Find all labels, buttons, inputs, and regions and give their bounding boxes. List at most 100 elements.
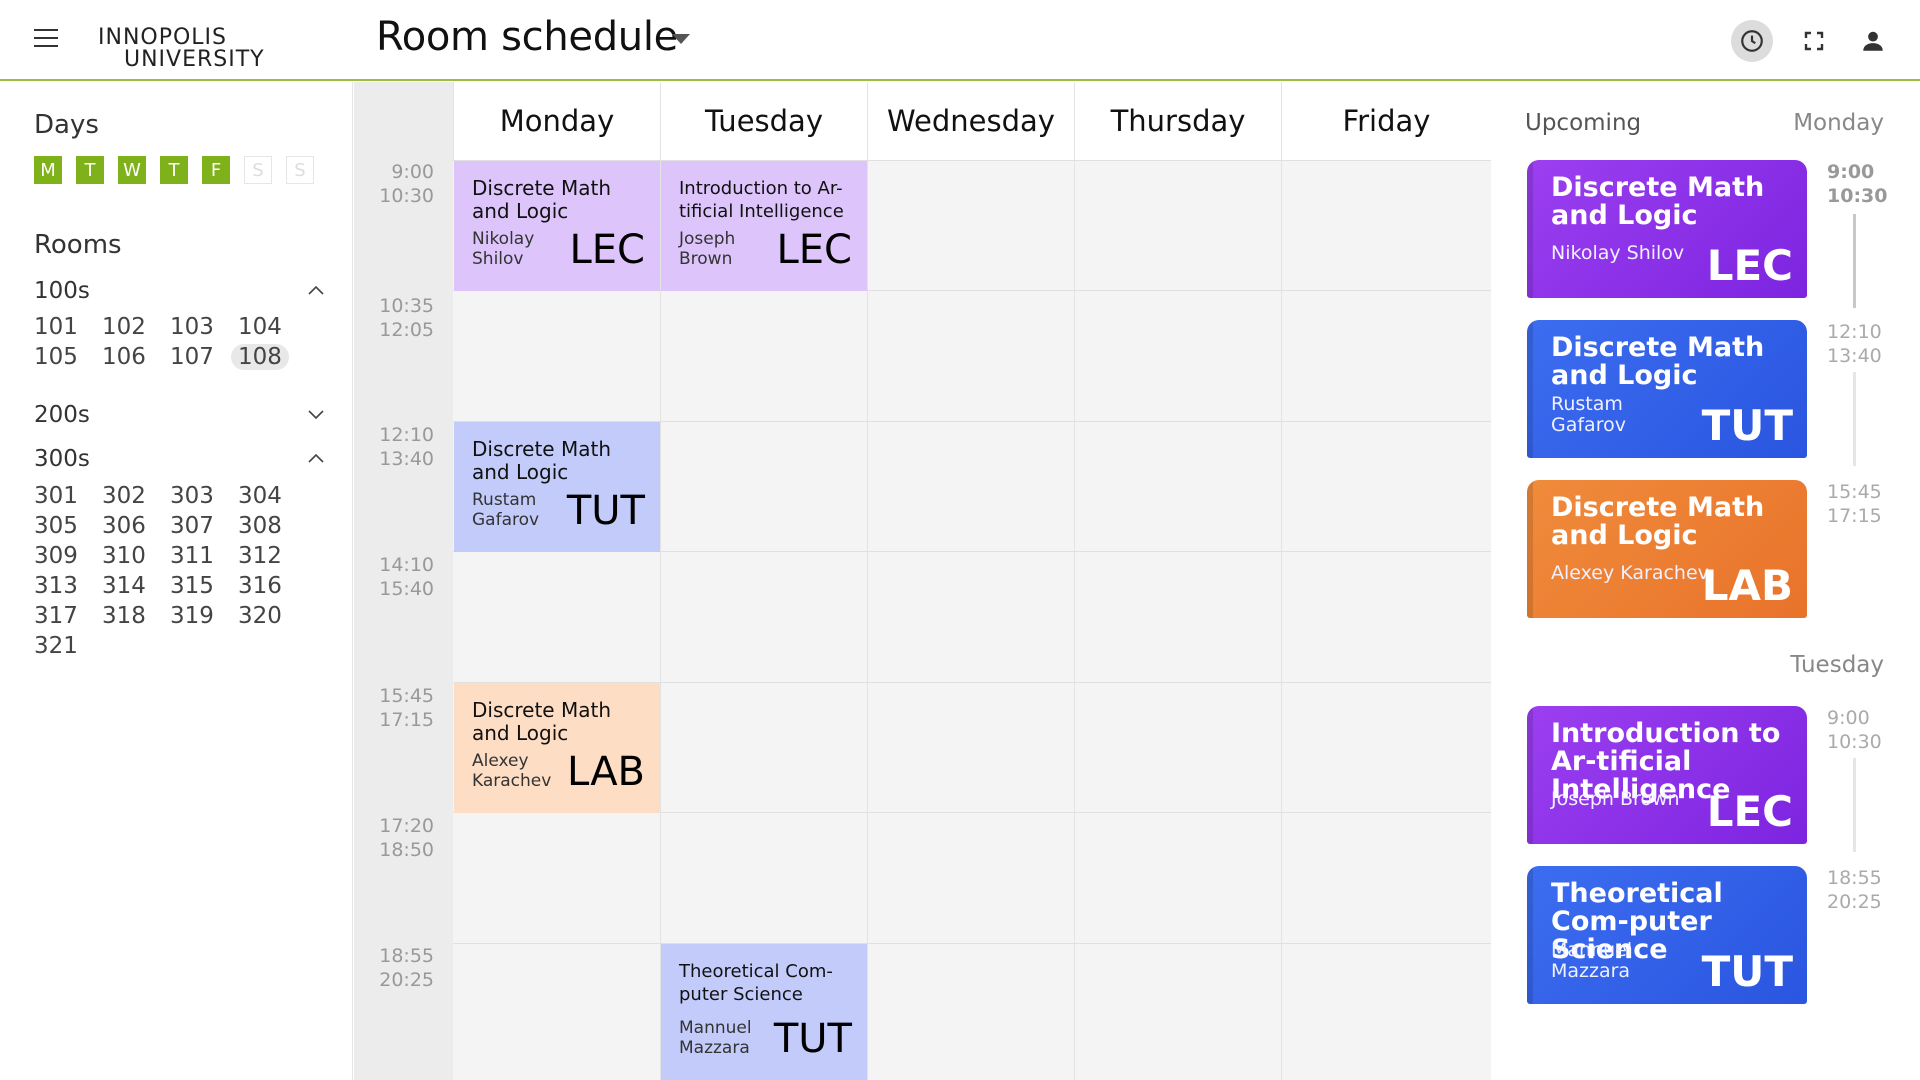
time-slot-label: 9:00 10:30 <box>379 161 434 207</box>
room-group-300s[interactable]: 300s <box>34 446 324 472</box>
card-type: LAB <box>1701 561 1793 610</box>
event-type: TUT <box>773 1016 852 1062</box>
card-teacher: Mannuel Mazzara <box>1551 939 1633 982</box>
clock-button[interactable] <box>1731 20 1773 62</box>
room-item[interactable]: 303 <box>170 481 238 511</box>
day-toggle-thursday[interactable]: T <box>160 156 188 184</box>
day-header-tuesday: Tuesday <box>660 82 867 160</box>
room-item[interactable]: 106 <box>102 342 170 372</box>
room-item[interactable]: 305 <box>34 511 102 541</box>
event-type: LAB <box>566 749 645 795</box>
room-item[interactable]: 308 <box>238 511 306 541</box>
time-slot-label: 12:10 13:40 <box>379 424 434 470</box>
upcoming-card[interactable]: Introduction to Ar-tificial Intelligence… <box>1527 706 1807 844</box>
card-teacher: Rustam Gafarov <box>1551 393 1626 436</box>
room-item[interactable]: 107 <box>170 342 238 372</box>
time-slot-label: 10:35 12:05 <box>379 295 434 341</box>
room-group-label: 300s <box>34 446 90 472</box>
room-item[interactable]: 302 <box>102 481 170 511</box>
grid-divider <box>1074 160 1075 1080</box>
card-type: TUT <box>1701 947 1793 996</box>
schedule-grid: Monday Tuesday Wednesday Thursday Friday… <box>354 82 1491 1080</box>
room-group-200s[interactable]: 200s <box>34 402 324 428</box>
event-title: Introduction to Ar-tificial Intelligence <box>679 178 844 222</box>
room-item[interactable]: 312 <box>238 541 306 571</box>
grid-divider <box>867 160 868 1080</box>
room-item[interactable]: 317 <box>34 601 102 631</box>
room-item[interactable]: 310 <box>102 541 170 571</box>
room-item[interactable]: 314 <box>102 571 170 601</box>
room-item[interactable]: 315 <box>170 571 238 601</box>
card-title: Discrete Math and Logic <box>1551 492 1765 551</box>
room-list-300s: 301 302 303 304 305 306 307 308 309 310 … <box>34 481 306 661</box>
room-item[interactable]: 101 <box>34 312 102 342</box>
room-item[interactable]: 320 <box>238 601 306 631</box>
card-time: 15:45 17:15 <box>1827 481 1882 527</box>
room-item[interactable]: 319 <box>170 601 238 631</box>
logo-text-line2: UNIVERSITY <box>124 47 265 72</box>
schedule-event[interactable]: Discrete Math and Logic Rustam Gafarov T… <box>454 422 660 552</box>
days-heading: Days <box>34 110 99 140</box>
upcoming-card[interactable]: Theoretical Com-puter Science Mannuel Ma… <box>1527 866 1807 1004</box>
time-slot-label: 15:45 17:15 <box>379 685 434 731</box>
day-toggle-friday[interactable]: F <box>202 156 230 184</box>
room-item[interactable]: 304 <box>238 481 306 511</box>
room-group-label: 100s <box>34 278 90 304</box>
page-title[interactable]: Room schedule <box>376 14 678 60</box>
room-list-100s: 101 102 103 104 105 106 107 108 <box>34 312 306 372</box>
sidebar: Days M T W T F S S Rooms 100s 101 102 10… <box>0 82 353 1080</box>
card-time: 18:55 20:25 <box>1827 867 1882 913</box>
day-toggle-monday[interactable]: M <box>34 156 62 184</box>
room-group-100s[interactable]: 100s <box>34 278 324 304</box>
card-time: 9:00 10:30 <box>1827 707 1882 753</box>
room-item[interactable]: 313 <box>34 571 102 601</box>
room-item[interactable]: 104 <box>238 312 306 342</box>
room-item[interactable]: 102 <box>102 312 170 342</box>
upcoming-card[interactable]: Discrete Math and Logic Rustam Gafarov T… <box>1527 320 1807 458</box>
room-item[interactable]: 309 <box>34 541 102 571</box>
day-toggle-saturday[interactable]: S <box>244 156 272 184</box>
card-title: Discrete Math and Logic <box>1551 332 1765 391</box>
schedule-event[interactable]: Discrete Math and Logic Alexey Karachev … <box>454 683 660 813</box>
room-item-selected[interactable]: 108 <box>231 342 306 372</box>
room-item[interactable]: 307 <box>170 511 238 541</box>
room-item[interactable]: 316 <box>238 571 306 601</box>
time-slot-label: 18:55 20:25 <box>379 945 434 991</box>
day-toggle-wednesday[interactable]: W <box>118 156 146 184</box>
day-header-thursday: Thursday <box>1074 82 1281 160</box>
room-item[interactable]: 301 <box>34 481 102 511</box>
room-item[interactable]: 321 <box>34 631 102 661</box>
fullscreen-button[interactable] <box>1793 20 1835 62</box>
upcoming-day-label: Monday <box>1793 110 1884 136</box>
day-toggle-sunday[interactable]: S <box>286 156 314 184</box>
time-progress-bar <box>1853 214 1856 308</box>
event-teacher: Rustam Gafarov <box>472 490 540 530</box>
room-item[interactable]: 306 <box>102 511 170 541</box>
card-type: LEC <box>1706 787 1793 836</box>
rooms-heading: Rooms <box>34 230 122 260</box>
user-button[interactable] <box>1852 20 1894 62</box>
upcoming-day-label: Tuesday <box>1790 652 1884 678</box>
event-teacher: Joseph Brown <box>679 229 736 269</box>
title-dropdown-caret-icon[interactable] <box>672 34 690 44</box>
schedule-event[interactable]: Theoretical Com-puter Science Mannuel Ma… <box>661 944 867 1080</box>
day-toggle-tuesday[interactable]: T <box>76 156 104 184</box>
grid-divider <box>1281 160 1282 1080</box>
menu-icon[interactable] <box>34 29 58 49</box>
room-item[interactable]: 103 <box>170 312 238 342</box>
room-item[interactable]: 105 <box>34 342 102 372</box>
time-slot-label: 14:10 15:40 <box>379 554 434 600</box>
event-type: LEC <box>776 227 853 273</box>
innopolis-logo[interactable]: INNOPOLIS UNIVERSITY <box>96 14 316 74</box>
schedule-event[interactable]: Discrete Math and Logic Nikolay Shilov L… <box>454 161 660 291</box>
room-item[interactable]: 318 <box>102 601 170 631</box>
schedule-event[interactable]: Introduction to Ar-tificial Intelligence… <box>661 161 867 291</box>
time-progress-bar <box>1853 758 1856 852</box>
event-title: Discrete Math and Logic <box>472 698 611 745</box>
room-item[interactable]: 311 <box>170 541 238 571</box>
event-teacher: Alexey Karachev <box>472 751 552 791</box>
card-time: 9:00 10:30 <box>1827 161 1888 207</box>
upcoming-card[interactable]: Discrete Math and Logic Alexey Karachev … <box>1527 480 1807 618</box>
upcoming-card[interactable]: Discrete Math and Logic Nikolay Shilov L… <box>1527 160 1807 298</box>
event-teacher: Nikolay Shilov <box>472 229 535 269</box>
